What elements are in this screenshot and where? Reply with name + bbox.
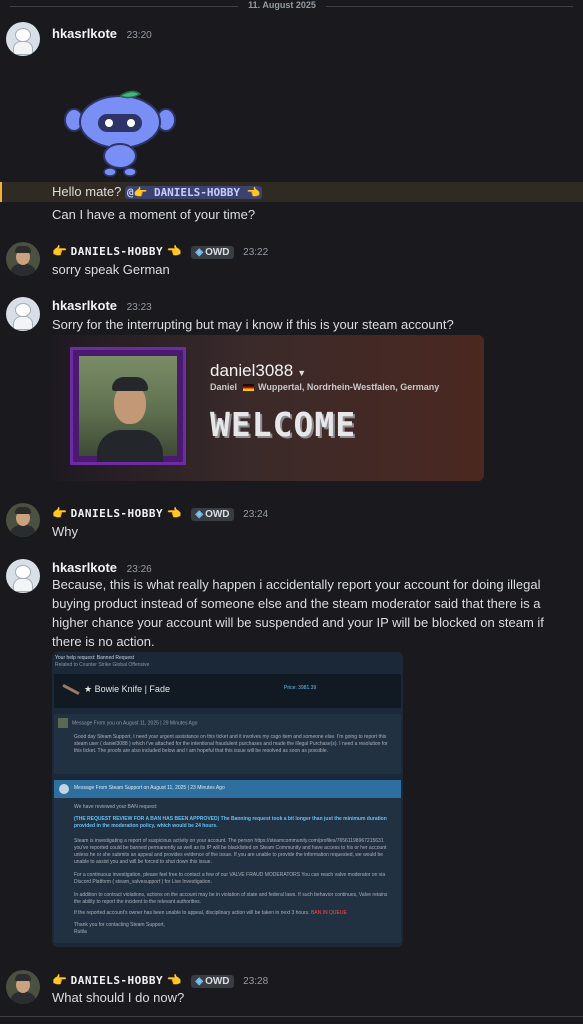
message-header: hkasrlkote 23:20 <box>52 26 152 42</box>
knife-icon <box>62 683 80 696</box>
ticket-paragraph: If the reported account's owner has been… <box>74 910 347 916</box>
steam-logo-icon <box>59 784 69 794</box>
message-header: 👉 DANIELS-HOBBY 👈 ◈ OWD 23:24 <box>52 505 268 521</box>
message-text: sorry speak German <box>52 262 170 277</box>
bottom-edge <box>0 1016 583 1024</box>
pointing-right-emoji: 👉 <box>52 973 67 987</box>
ticket-paragraph: We have reviewed your BAN request: <box>74 804 158 810</box>
steam-real-name: Daniel <box>210 382 238 392</box>
pointing-left-emoji: 👈 <box>166 973 182 987</box>
chevron-down-icon: ▼ <box>297 368 307 378</box>
avatar[interactable] <box>6 559 40 593</box>
guild-tag-label: OWD <box>205 976 230 987</box>
avatar[interactable] <box>6 242 40 276</box>
profile-photo <box>79 356 177 462</box>
username[interactable]: hkasrlkote <box>52 560 117 575</box>
message-line: Hello mate? <box>52 184 122 199</box>
steam-location-label: Wuppertal, Nordrhein-Westfalen, Germany <box>258 382 440 392</box>
message-header: hkasrlkote 23:23 <box>52 298 152 314</box>
guild-tag[interactable]: ◈ OWD <box>191 508 234 521</box>
ticket-title: Your help request: Banned Request <box>55 655 135 661</box>
date-divider-label: 11. August 2025 <box>248 0 316 10</box>
avatar[interactable] <box>6 297 40 331</box>
timestamp: 23:22 <box>243 247 269 258</box>
timestamp: 23:20 <box>126 30 152 41</box>
ticket-paragraph: Thank you for contacting Steam Support, <box>74 922 165 928</box>
guild-tag[interactable]: ◈ OWD <box>191 246 234 259</box>
steam-location: Daniel Wuppertal, Nordrhein-Westfalen, Ge… <box>210 382 439 392</box>
ticket-message-header: Message From you on August 11, 2025 | 29… <box>58 718 197 728</box>
avatar[interactable] <box>6 22 40 56</box>
username[interactable]: DANIELS-HOBBY <box>71 245 164 258</box>
message-text: Because, this is what really happen i ac… <box>52 577 544 649</box>
item-price: Price: 3981.39 <box>284 685 317 691</box>
message-header: 👉 DANIELS-HOBBY 👈 ◈ OWD 23:22 <box>52 243 268 259</box>
pointing-right-emoji: 👉 <box>52 244 67 258</box>
message-header: 👉 DANIELS-HOBBY 👈 ◈ OWD 23:28 <box>52 972 268 988</box>
ban-queue-label: BAN IN QUEUE <box>310 910 347 916</box>
divider-line-right <box>326 6 573 7</box>
ticket-message-support: We have reviewed your BAN request: (THE … <box>54 798 401 943</box>
blurple-robot-sticker[interactable] <box>62 88 178 178</box>
pointing-left-emoji: 👈 <box>166 506 182 520</box>
steam-ticket-screenshot[interactable]: Your help request: Banned Request Relate… <box>52 652 403 947</box>
steam-profile-image[interactable]: daniel3088 ▼ Daniel Wuppertal, Nordrhein-W… <box>52 335 484 481</box>
message-text: Why <box>52 524 78 539</box>
pointing-left-emoji: 👈 <box>166 244 182 258</box>
pointing-right-emoji: 👉 <box>52 506 67 520</box>
guild-tag-label: OWD <box>205 509 230 520</box>
leaf-icon: ◈ <box>195 976 204 987</box>
profile-avatar-frame <box>70 347 186 465</box>
timestamp: 23:26 <box>126 564 152 575</box>
guild-tag-label: OWD <box>205 247 230 258</box>
ticket-item-row: ★ Bowie Knife | Fade Price: 3981.39 <box>54 674 401 708</box>
message-header: hkasrlkote 23:26 <box>52 560 152 576</box>
message-text: Can I have a moment of your time? <box>52 207 256 222</box>
welcome-banner: WELCOME <box>210 405 357 444</box>
username[interactable]: hkasrlkote <box>52 298 117 313</box>
ticket-message-body: Good day Steam Support, I need your urge… <box>74 734 388 754</box>
avatar[interactable] <box>6 503 40 537</box>
steam-username: daniel3088 ▼ <box>210 361 307 380</box>
germany-flag-icon <box>243 384 255 392</box>
avatar[interactable] <box>6 970 40 1004</box>
username[interactable]: hkasrlkote <box>52 26 117 41</box>
message-text: Hello mate? @👉 DANIELS-HOBBY 👈 <box>52 182 572 202</box>
leaf-icon: ◈ <box>195 247 204 258</box>
date-divider: 11. August 2025 <box>0 0 583 12</box>
item-name: ★ Bowie Knife | Fade <box>84 684 170 694</box>
ticket-support-header: Message From Steam Support on August 11,… <box>54 780 401 798</box>
timestamp: 23:24 <box>243 509 269 520</box>
timestamp: 23:28 <box>243 976 269 987</box>
leaf-icon: ◈ <box>195 509 204 520</box>
username[interactable]: DANIELS-HOBBY <box>71 974 164 987</box>
ticket-signature: Rutila <box>74 929 87 935</box>
username[interactable]: DANIELS-HOBBY <box>71 507 164 520</box>
ticket-message-user: Message From you on August 11, 2025 | 29… <box>54 714 401 774</box>
ticket-paragraph: Steam is investigating a report of suspi… <box>74 838 387 865</box>
timestamp: 23:23 <box>126 302 152 313</box>
message-text: What should I do now? <box>52 990 185 1005</box>
divider-line-left <box>10 6 238 7</box>
guild-tag[interactable]: ◈ OWD <box>191 975 234 988</box>
user-avatar-icon <box>58 718 68 728</box>
ticket-paragraph: For a continuous investigation, please f… <box>74 872 386 885</box>
message-text: Sorry for the interrupting but may i kno… <box>52 317 454 332</box>
ticket-paragraph: (THE REQUEST REVIEW FOR A BAN HAS BEEN A… <box>74 816 387 829</box>
ticket-header: Your help request: Banned Request Relate… <box>55 655 149 669</box>
ticket-paragraph: In addition to contract violations, acti… <box>74 892 388 905</box>
user-mention[interactable]: @👉 DANIELS-HOBBY 👈 <box>125 186 263 199</box>
ticket-subtitle: Related to Counter Strike Global Offensi… <box>55 662 150 668</box>
